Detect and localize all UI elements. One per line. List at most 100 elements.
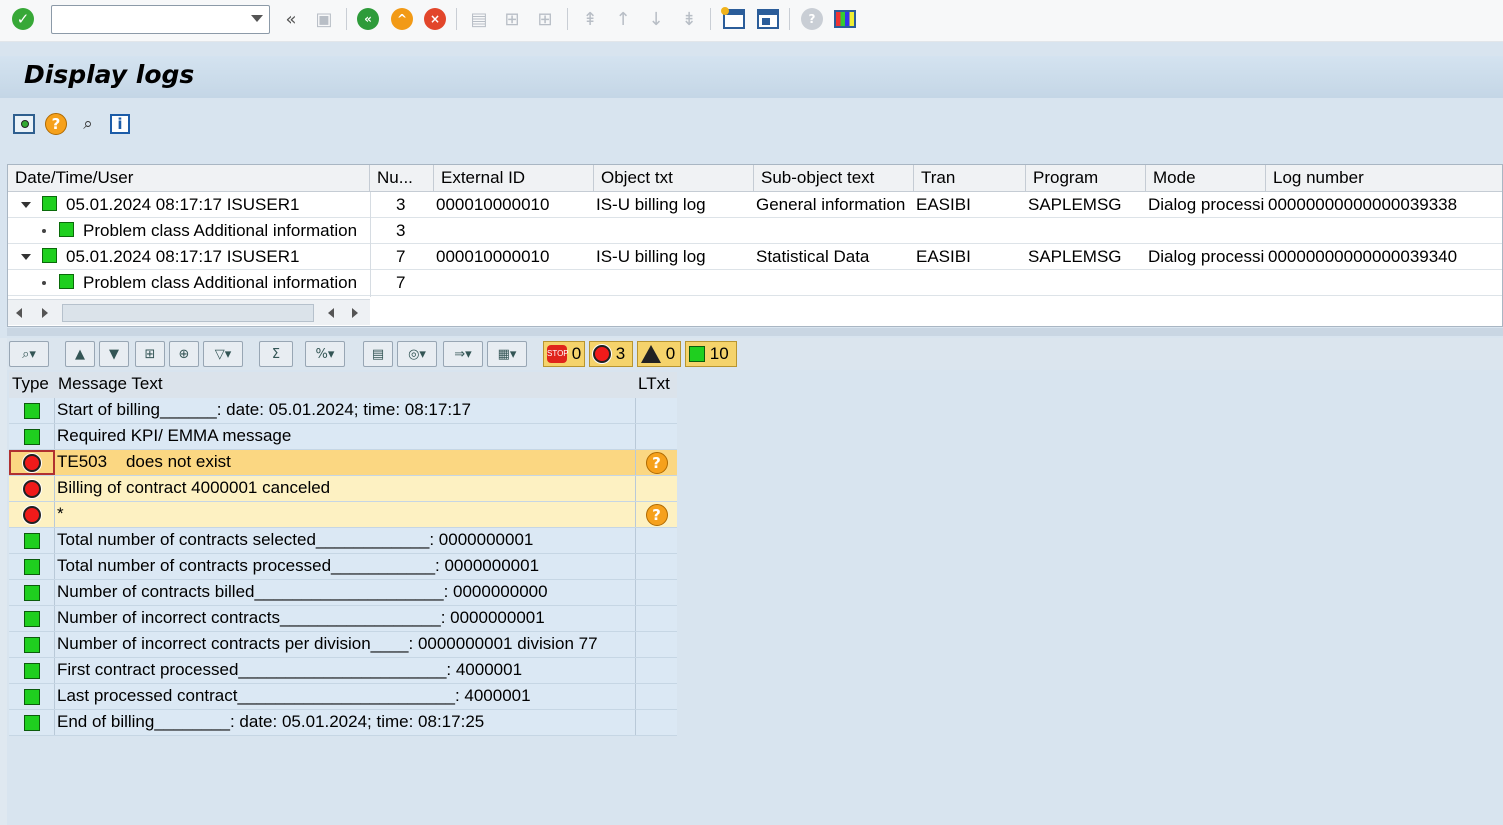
expand-icon[interactable] (21, 202, 31, 208)
message-row[interactable]: Number of incorrect contracts per divisi… (9, 632, 677, 658)
stop-counter[interactable]: STOP 0 (543, 341, 585, 367)
long-text-help-icon[interactable]: ? (645, 451, 668, 474)
column-header-message-text[interactable]: Message Text (55, 372, 635, 398)
message-row[interactable]: First contract processed________________… (9, 658, 677, 684)
find-next-icon[interactable]: ⊕ (169, 341, 199, 367)
info-icon[interactable]: i (108, 112, 132, 136)
message-row[interactable]: Total number of contracts selected______… (9, 528, 677, 554)
print-icon[interactable]: ▤ (363, 341, 393, 367)
scroll-left-icon[interactable] (328, 308, 334, 318)
back-icon[interactable]: « (356, 7, 380, 31)
scroll-thumb[interactable] (62, 304, 314, 322)
column-header-log-number[interactable]: Log number (1266, 165, 1502, 192)
long-text-help-icon[interactable]: ? (645, 503, 668, 526)
message-type-cell (9, 554, 55, 579)
export-icon[interactable]: ⇒▾ (443, 341, 483, 367)
message-row[interactable]: Number of contracts billed______________… (9, 580, 677, 606)
expand-icon[interactable] (21, 254, 31, 260)
subtotal-icon[interactable]: %▾ (305, 341, 345, 367)
customize-icon[interactable] (833, 7, 857, 31)
message-type-cell (9, 476, 55, 501)
find-icon[interactable]: ⊞ (135, 341, 165, 367)
error-counter[interactable]: 3 (589, 341, 633, 367)
log-row[interactable]: 05.01.2024 08:17:17 ISUSER1 7 0000100000… (8, 244, 1502, 270)
layout-icon[interactable]: ▦▾ (487, 341, 527, 367)
message-type-cell (9, 528, 55, 553)
first-page-icon[interactable]: ⇞ (578, 7, 602, 31)
error-icon (22, 505, 41, 524)
long-text-cell (635, 398, 677, 423)
column-header-datetime[interactable]: Date/Time/User (8, 165, 370, 192)
find-icon[interactable]: ⊞ (500, 7, 524, 31)
new-session-icon[interactable] (721, 7, 746, 31)
warning-counter[interactable]: 0 (637, 341, 681, 367)
exit-icon[interactable]: ^ (390, 7, 414, 31)
success-icon (23, 688, 40, 705)
message-row[interactable]: Number of incorrect contracts___________… (9, 606, 677, 632)
views-icon[interactable]: ◎▾ (397, 341, 437, 367)
message-row[interactable]: Start of billing______: date: 05.01.2024… (9, 398, 677, 424)
find-next-icon[interactable]: ⊞ (533, 7, 557, 31)
message-row[interactable]: Last processed contract_________________… (9, 684, 677, 710)
column-header-type[interactable]: Type (9, 372, 55, 398)
sum-icon[interactable]: Σ (259, 341, 293, 367)
message-text: Start of billing______: date: 05.01.2024… (57, 400, 471, 419)
page-title: Display logs (24, 60, 195, 89)
message-row[interactable]: End of billing________: date: 05.01.2024… (9, 710, 677, 736)
column-header-mode[interactable]: Mode (1146, 165, 1266, 192)
display-message-icon[interactable] (12, 112, 36, 136)
save-icon[interactable]: ▣ (312, 7, 336, 31)
chevron-down-icon[interactable] (251, 15, 263, 22)
column-header-program[interactable]: Program (1026, 165, 1146, 192)
help-icon[interactable]: ? (800, 7, 824, 31)
error-icon (22, 453, 41, 472)
sort-ascending-icon[interactable]: ▲ (65, 341, 95, 367)
message-text: Required KPI/ EMMA message (57, 426, 292, 445)
next-page-icon[interactable]: ↓ (644, 7, 668, 31)
scroll-right-icon[interactable] (352, 308, 358, 318)
stop-icon: STOP (547, 345, 569, 363)
message-row[interactable]: Required KPI/ EMMA message (9, 424, 677, 450)
enter-icon[interactable]: ✓ (11, 7, 35, 31)
column-header-object[interactable]: Object txt (594, 165, 754, 192)
glasses-icon[interactable]: ⌕ (76, 112, 100, 136)
previous-page-icon[interactable]: ↑ (611, 7, 635, 31)
command-field[interactable] (51, 5, 270, 34)
message-row[interactable]: Total number of contracts processed_____… (9, 554, 677, 580)
scroll-left-icon[interactable] (16, 308, 22, 318)
last-page-icon[interactable]: ⇟ (677, 7, 701, 31)
success-counter[interactable]: 10 (685, 341, 737, 367)
shortcut-icon[interactable] (756, 7, 780, 31)
log-row[interactable]: Problem class Additional information 3 (8, 218, 1502, 244)
filter-icon[interactable]: ▽▾ (203, 341, 243, 367)
horizontal-scrollbar[interactable] (8, 299, 370, 325)
long-text-cell: ? (635, 502, 677, 527)
column-header-long-text[interactable]: LTxt (635, 372, 677, 398)
print-icon[interactable]: ▤ (467, 7, 491, 31)
column-header-subobject[interactable]: Sub-object text (754, 165, 914, 192)
success-icon (42, 248, 57, 263)
cancel-icon[interactable]: × (423, 7, 447, 31)
message-text: Last processed contract_________________… (57, 686, 531, 705)
sort-descending-icon[interactable]: ▼ (99, 341, 129, 367)
details-icon[interactable]: ⌕▾ (9, 341, 49, 367)
message-text: End of billing________: date: 05.01.2024… (57, 712, 485, 731)
message-row[interactable]: Billing of contract 4000001 canceled (9, 476, 677, 502)
column-header-number[interactable]: Nu... (370, 165, 434, 192)
splitter-handle[interactable] (7, 328, 1503, 336)
message-list: Type Message Text LTxt Start of billing_… (9, 372, 678, 738)
log-row[interactable]: 05.01.2024 08:17:17 ISUSER1 3 0000100000… (8, 192, 1502, 218)
error-icon (22, 479, 41, 498)
collapse-icon[interactable]: « (279, 7, 303, 31)
log-row[interactable]: Problem class Additional information 7 (8, 270, 1502, 296)
message-row[interactable]: TE503 does not exist? (9, 450, 677, 476)
log-log-number: 00000000000000039340 (1268, 247, 1458, 266)
success-icon (59, 274, 74, 289)
column-header-external-id[interactable]: External ID (434, 165, 594, 192)
log-header-grid: Date/Time/User Nu... External ID Object … (7, 164, 1503, 327)
message-row[interactable]: *? (9, 502, 677, 528)
help-icon[interactable]: ? (44, 112, 68, 136)
message-text: Total number of contracts processed_____… (57, 556, 540, 575)
column-header-transaction[interactable]: Tran (914, 165, 1026, 192)
scroll-right-icon[interactable] (42, 308, 48, 318)
